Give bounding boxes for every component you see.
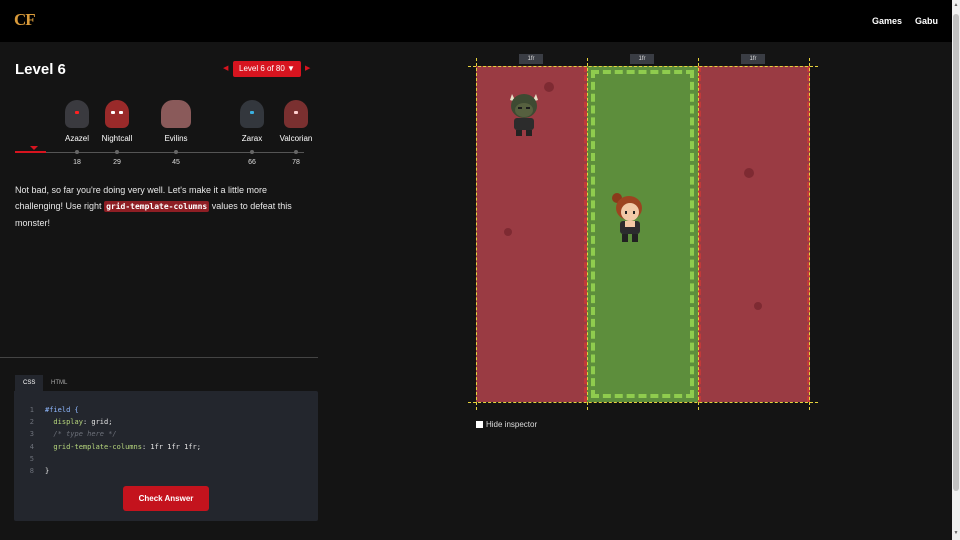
grid-line-bottom — [468, 402, 818, 403]
level-selector[interactable]: Level 6 of 80 ▼ — [233, 61, 301, 77]
line-number: 2 — [29, 418, 34, 426]
monster-zarax[interactable]: Zarax — [227, 100, 277, 143]
monster-name: Valcorian — [279, 134, 313, 143]
blood-splat — [744, 168, 754, 178]
scrollbar-thumb[interactable] — [953, 14, 959, 491]
monster-valcorian[interactable]: Valcorian — [271, 100, 321, 143]
tab-css[interactable]: CSS — [15, 375, 44, 392]
grid-line-top — [468, 66, 818, 67]
nav-games-link[interactable]: Games — [872, 16, 902, 26]
code-text[interactable]: grid-template-columns: 1fr 1fr 1fr; — [45, 441, 201, 453]
monster-level-number: 78 — [292, 159, 300, 166]
azazel-eye — [75, 111, 79, 114]
progress-tick — [115, 150, 119, 154]
line-number: 1 — [29, 406, 34, 414]
line-number: 5 — [29, 455, 34, 463]
code-text[interactable]: } — [45, 465, 49, 477]
site-logo[interactable]: CF — [14, 10, 36, 30]
progress-tick — [250, 150, 254, 154]
column-size-label: 1fr — [519, 54, 543, 64]
grid-line-1 — [476, 58, 477, 410]
code-token: : 1fr 1fr 1fr; — [141, 443, 201, 451]
monster-evilins[interactable]: Evilins — [151, 100, 201, 143]
css-editor[interactable]: 1 #field { 2 display: grid; 3 /* type here … — [14, 391, 318, 521]
code-token: } — [45, 467, 50, 475]
progress-tick — [294, 150, 298, 154]
evilins-avatar — [161, 100, 191, 128]
blood-splat — [504, 228, 512, 236]
code-text[interactable]: /* type here */ — [45, 428, 117, 440]
valcorian-avatar — [284, 100, 308, 128]
grid-line-2 — [587, 58, 588, 410]
description-code: grid-template-columns — [104, 201, 210, 212]
nav-user-link[interactable]: Gabu — [915, 16, 938, 26]
monster-level-number: 29 — [113, 159, 121, 166]
azazel-avatar — [65, 100, 89, 128]
progress-tick — [174, 150, 178, 154]
next-level-icon[interactable]: ▶ — [305, 64, 310, 72]
level-progress-track — [15, 152, 304, 153]
column-size-label: 1fr — [741, 54, 765, 64]
monster-name: Zarax — [241, 134, 263, 143]
monster-level-number: 18 — [73, 159, 81, 166]
line-number: 3 — [29, 430, 34, 438]
grid-column-wrong — [698, 66, 810, 402]
blood-splat — [754, 302, 762, 310]
grid-line-3 — [698, 58, 699, 410]
code-text[interactable]: display: grid; — [45, 416, 112, 428]
hero-girl-sprite — [612, 193, 642, 242]
level-panel: Level 6 ◀ Level 6 of 80 ▼ ▶ Azazel Night… — [0, 42, 318, 540]
hide-inspector-toggle[interactable]: Hide inspector — [476, 420, 537, 429]
monster-nightcall[interactable]: Nightcall — [92, 100, 142, 143]
column-size-label: 1fr — [630, 54, 654, 64]
zarax-avatar — [240, 100, 264, 128]
orc-monster-sprite — [510, 94, 538, 136]
code-token: grid-template-columns — [45, 443, 142, 451]
panel-divider — [0, 357, 318, 358]
monster-level-number: 66 — [248, 159, 256, 166]
monster-level-number: 45 — [172, 159, 180, 166]
monster-name: Nightcall — [101, 134, 133, 143]
hide-inspector-label: Hide inspector — [486, 420, 538, 429]
code-token: display — [45, 418, 83, 426]
checkbox-icon[interactable] — [476, 421, 483, 429]
level-title: Level 6 — [15, 61, 66, 78]
current-level-marker — [30, 146, 38, 150]
code-text[interactable]: #field { — [45, 404, 79, 416]
page-scrollbar[interactable]: ▲ ▼ — [952, 0, 960, 540]
code-token: /* type here */ — [45, 430, 117, 438]
line-number: 8 — [29, 467, 34, 475]
nightcall-avatar — [105, 100, 129, 128]
blood-splat — [544, 82, 554, 92]
line-number: 4 — [29, 443, 34, 451]
code-token: : grid; — [82, 418, 113, 426]
level-progress-fill — [15, 151, 46, 153]
level-description: Not bad, so far you're doing very well. … — [15, 182, 310, 231]
scroll-down-icon[interactable]: ▼ — [952, 530, 960, 536]
monster-name: Evilins — [164, 134, 188, 143]
code-token: #field { — [45, 406, 79, 414]
grid-line-4 — [809, 58, 810, 410]
prev-level-icon[interactable]: ◀ — [223, 64, 228, 72]
check-answer-button[interactable]: Check Answer — [123, 486, 209, 511]
top-navbar: CF Games Gabu — [0, 0, 952, 42]
scroll-up-icon[interactable]: ▲ — [952, 2, 960, 8]
progress-tick — [75, 150, 79, 154]
tab-html[interactable]: HTML — [43, 375, 75, 392]
